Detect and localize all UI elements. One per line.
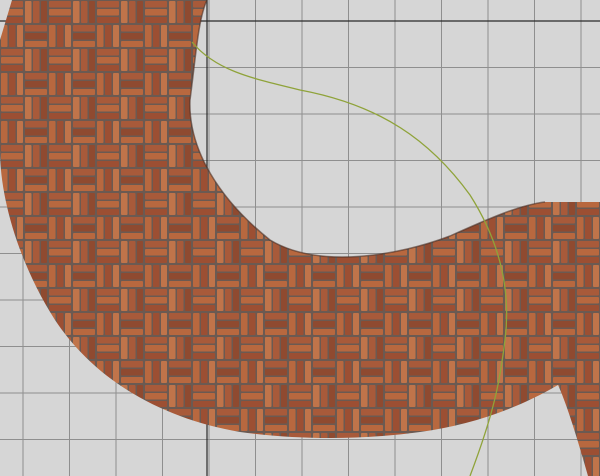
viewport-canvas[interactable] [0,0,600,476]
3d-viewport[interactable] [0,0,600,476]
brick-path-surface[interactable] [0,0,600,476]
